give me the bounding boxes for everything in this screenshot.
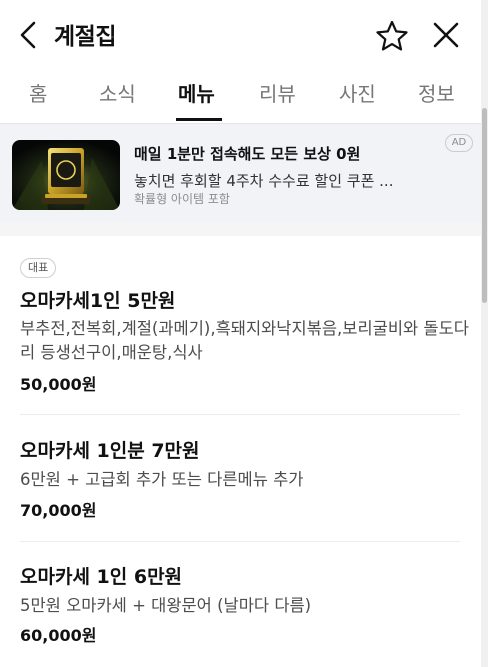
tab-news[interactable]: 소식 <box>99 78 136 107</box>
scrollbar[interactable] <box>481 0 488 667</box>
scrollbar-thumb[interactable] <box>482 108 487 303</box>
menu-item-price: 70,000원 <box>20 501 97 520</box>
menu-item-description: 6만원 + 고급회 추가 또는 다른메뉴 추가 <box>20 470 304 489</box>
menu-item-description: 5만원 오마카세 + 대왕문어 (날마다 다름) <box>20 596 312 615</box>
ad-headline[interactable]: 매일 1분만 접속해도 모든 보상 0원 <box>134 143 360 164</box>
tab-bar: 홈 소식 메뉴 리뷰 사진 정보 <box>0 70 481 124</box>
section-spacer <box>0 223 481 236</box>
close-icon <box>433 22 459 48</box>
active-tab-indicator <box>176 118 222 121</box>
menu-item-name[interactable]: 오마카세 1인분 7만원 <box>20 436 200 463</box>
star-outline-icon <box>376 20 408 51</box>
favorite-button[interactable] <box>375 19 409 53</box>
ad-image[interactable] <box>12 140 120 210</box>
tab-reviews[interactable]: 리뷰 <box>259 78 296 107</box>
ad-description[interactable]: 놓치면 후회할 4주차 수수료 할인 쿠폰 ... <box>134 170 393 191</box>
tab-photos[interactable]: 사진 <box>339 78 376 107</box>
page-title: 계절집 <box>54 24 116 50</box>
menu-item-price: 60,000원 <box>20 626 97 645</box>
header: 계절집 <box>0 0 488 70</box>
ad-note: 확률형 아이템 포함 <box>134 192 230 206</box>
ad-badge[interactable]: AD <box>445 134 473 152</box>
chevron-left-icon <box>20 21 36 49</box>
menu-item-description: 부추전,전복회,계절(과메기),흑돼지와낙지볶음,보리굴비와 돌도다리 등생선구… <box>20 319 469 362</box>
representative-badge: 대표 <box>20 258 57 278</box>
tab-menu[interactable]: 메뉴 <box>178 78 215 107</box>
menu-item-price: 50,000원 <box>20 375 97 394</box>
tab-home[interactable]: 홈 <box>29 78 47 107</box>
tab-info[interactable]: 정보 <box>418 78 455 107</box>
menu-item-name[interactable]: 오마카세1인 5만원 <box>20 286 175 313</box>
back-button[interactable] <box>14 19 44 51</box>
menu-item-name[interactable]: 오마카세 1인 6만원 <box>20 562 182 589</box>
close-button[interactable] <box>430 19 462 51</box>
